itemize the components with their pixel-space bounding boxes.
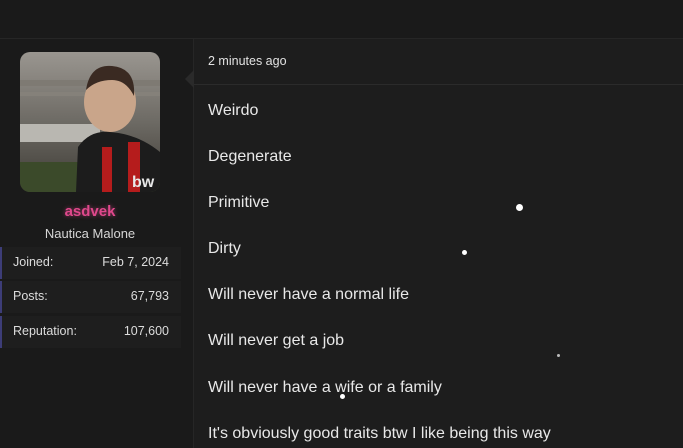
- post-line: Will never have a wife or a family: [208, 379, 442, 396]
- post-line: Degenerate: [208, 148, 292, 165]
- divider: [194, 84, 683, 85]
- post-author-sidebar: bw asdvek Nautica Malone Joined: Feb 7, …: [0, 39, 194, 448]
- avatar-image: bw: [20, 52, 160, 192]
- post-line: Primitive: [208, 194, 270, 211]
- stat-joined: Joined: Feb 7, 2024: [0, 247, 181, 279]
- username[interactable]: asdvek: [0, 203, 180, 220]
- post-line: Will never have a normal life: [208, 286, 409, 303]
- stat-value: 67,793: [130, 289, 169, 303]
- stat-reputation: Reputation: 107,600: [0, 316, 181, 348]
- user-title: Nautica Malone: [44, 226, 136, 241]
- stat-label: Joined:: [13, 255, 54, 269]
- post-timestamp[interactable]: 2 minutes ago: [208, 54, 287, 68]
- snow-particle: [340, 394, 345, 399]
- stat-posts: Posts: 67,793: [0, 281, 181, 313]
- snow-particle: [462, 250, 467, 255]
- post-line: It's obviously good traits btw I like be…: [208, 425, 551, 442]
- svg-text:bw: bw: [132, 174, 155, 191]
- snow-particle: [516, 204, 523, 211]
- top-bar: [0, 0, 683, 39]
- stat-value: 107,600: [123, 324, 169, 338]
- post-line: Weirdo: [208, 102, 259, 119]
- stat-label: Reputation:: [13, 324, 77, 338]
- post-line: Will never get a job: [208, 332, 345, 349]
- snow-particle: [557, 354, 560, 357]
- post-pointer-arrow: [185, 70, 194, 88]
- stat-label: Posts:: [13, 289, 48, 303]
- stat-value: Feb 7, 2024: [102, 255, 169, 269]
- post-line: Dirty: [208, 240, 241, 257]
- avatar[interactable]: bw: [20, 52, 160, 192]
- post-body: 2 minutes ago Weirdo Degenerate Primitiv…: [194, 39, 683, 448]
